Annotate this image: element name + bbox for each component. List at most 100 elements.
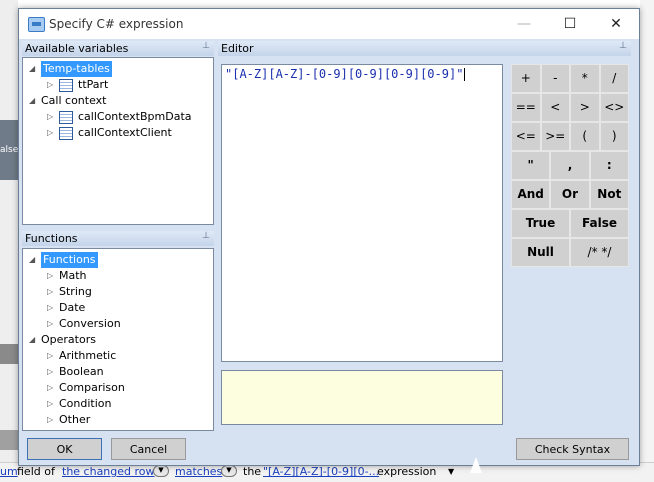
table-icon (59, 111, 73, 124)
operator-button-divide[interactable]: / (599, 64, 629, 93)
tree-item-label: Conversion (59, 317, 121, 330)
expand-arrow-icon[interactable]: ▷ (47, 348, 53, 364)
operator-button-or[interactable]: Or (550, 180, 590, 209)
expand-arrow-icon[interactable]: ▷ (47, 396, 53, 412)
expand-arrow-icon[interactable]: ▷ (47, 380, 53, 396)
close-button[interactable]: ✕ (593, 9, 639, 39)
operator-button-not[interactable]: Not (589, 180, 629, 209)
expand-arrow-icon[interactable]: ▷ (47, 125, 53, 141)
operator-button-not-equal[interactable]: <> (599, 93, 629, 122)
operator-button-comma[interactable]: , (550, 151, 590, 180)
chevron-down-icon[interactable]: ▼ (448, 467, 454, 476)
expand-arrow-icon[interactable]: ▷ (47, 300, 53, 316)
tree-item-operators[interactable]: ◢ Operators (23, 332, 213, 348)
ok-button[interactable]: OK (27, 438, 102, 460)
collapse-arrow-icon[interactable]: ◢ (29, 61, 35, 77)
collapse-arrow-icon[interactable]: ◢ (29, 93, 35, 109)
tree-item-label: Functions (41, 252, 98, 268)
tree-item-call-context[interactable]: ◢ Call context (23, 93, 213, 109)
tree-item-label: Other (59, 413, 91, 426)
tree-item-callcontextclient[interactable]: ▷ callContextClient (23, 125, 213, 141)
variables-panel-header: Available variables ⊥ (22, 41, 214, 56)
dropdown-icon[interactable]: ▼ (153, 465, 169, 477)
rule-text: field of (17, 465, 55, 478)
operator-button-open-paren[interactable]: ( (570, 122, 600, 151)
tree-item-temp-tables[interactable]: ◢ Temp-tables (23, 61, 213, 77)
expression-dialog: Specify C# expression — ☐ ✕ Available va… (18, 8, 640, 466)
operator-button-colon[interactable]: : (589, 151, 629, 180)
operator-button-quote[interactable]: " (511, 151, 551, 180)
table-icon (59, 127, 73, 140)
expand-arrow-icon[interactable]: ▷ (47, 109, 53, 125)
expand-arrow-icon[interactable]: ▷ (47, 316, 53, 332)
dropdown-icon[interactable]: ▼ (221, 465, 237, 477)
operator-button-greater-than[interactable]: > (570, 93, 600, 122)
pin-icon[interactable]: ⊥ (202, 231, 210, 241)
tree-item-date[interactable]: ▷ Date (23, 300, 213, 316)
tree-item-boolean[interactable]: ▷ Boolean (23, 364, 213, 380)
mouse-cursor-icon (470, 457, 482, 473)
cancel-button[interactable]: Cancel (111, 438, 186, 460)
tree-item-math[interactable]: ▷ Math (23, 268, 213, 284)
collapse-arrow-icon[interactable]: ◢ (29, 332, 35, 348)
expand-arrow-icon[interactable]: ▷ (47, 412, 53, 428)
expression-editor[interactable]: "[A-Z][A-Z]-[0-9][0-9][0-9][0-9]" (221, 64, 503, 362)
operator-button-comment[interactable]: /* */ (570, 238, 629, 267)
functions-panel-header: Functions ⊥ (22, 231, 214, 246)
rule-link-expression[interactable]: "[A-Z][A-Z]-[0-9][0-... (263, 465, 379, 478)
maximize-button[interactable]: ☐ (547, 9, 593, 39)
expand-arrow-icon[interactable]: ▷ (47, 284, 53, 300)
rule-text: expression (377, 465, 437, 478)
operator-button-less-equal[interactable]: <= (511, 122, 541, 151)
tree-item-ttpart[interactable]: ▷ ttPart (23, 77, 213, 93)
tree-item-label: Temp-tables (41, 61, 112, 77)
operator-button-null[interactable]: Null (511, 238, 570, 267)
tree-item-label: String (59, 285, 92, 298)
tree-item-other[interactable]: ▷ Other (23, 412, 213, 428)
syntax-output-box (221, 370, 503, 425)
operator-button-greater-equal[interactable]: >= (540, 122, 570, 151)
tree-item-string[interactable]: ▷ String (23, 284, 213, 300)
functions-tree[interactable]: ◢ Functions ▷ Math ▷ String ▷ Date ▷ Conversion ◢ O… (22, 248, 214, 431)
variables-tree[interactable]: ◢ Temp-tables ▷ ttPart ◢ Call context ▷ callCon… (22, 57, 214, 225)
tree-item-callcontextbpmdata[interactable]: ▷ callContextBpmData (23, 109, 213, 125)
operator-button-minus[interactable]: - (540, 64, 570, 93)
operator-button-plus[interactable]: + (511, 64, 541, 93)
operator-pad: + - * / == < > <> <= >=() ",: And Or Not True False Null… (511, 64, 629, 269)
tree-item-label: Operators (41, 333, 96, 346)
operator-button-less-than[interactable]: < (540, 93, 570, 122)
functions-header-label: Functions (22, 231, 214, 246)
text-caret (464, 68, 466, 81)
minimize-button[interactable]: — (501, 9, 547, 39)
expand-arrow-icon[interactable]: ▷ (47, 77, 53, 93)
background-bar (0, 430, 18, 450)
tree-item-label: callContextBpmData (78, 110, 192, 123)
tree-item-comparison[interactable]: ▷ Comparison (23, 380, 213, 396)
pin-icon[interactable]: ⊥ (202, 41, 210, 51)
collapse-arrow-icon[interactable]: ◢ (29, 252, 35, 268)
tree-item-label: Condition (59, 397, 112, 410)
check-syntax-button[interactable]: Check Syntax (516, 438, 629, 460)
title-bar: Specify C# expression — ☐ ✕ (19, 9, 639, 39)
tree-item-arithmetic[interactable]: ▷ Arithmetic (23, 348, 213, 364)
rule-link-changed-row[interactable]: the changed row (62, 465, 155, 478)
operator-button-multiply[interactable]: * (570, 64, 600, 93)
rule-link-matches[interactable]: matches (175, 465, 222, 478)
operator-button-false[interactable]: False (570, 209, 629, 238)
tree-item-label: Comparison (59, 381, 125, 394)
rule-link-field[interactable]: um (0, 465, 18, 478)
pin-icon[interactable]: ⊥ (619, 41, 627, 51)
background-false-label: alse (0, 120, 18, 180)
tree-item-functions[interactable]: ◢ Functions (23, 252, 213, 268)
expand-arrow-icon[interactable]: ▷ (47, 268, 53, 284)
operator-button-equals[interactable]: == (511, 93, 541, 122)
expression-text: "[A-Z][A-Z]-[0-9][0-9][0-9][0-9]" (225, 67, 464, 81)
tree-item-condition[interactable]: ▷ Condition (23, 396, 213, 412)
tree-item-conversion[interactable]: ▷ Conversion (23, 316, 213, 332)
tree-item-label: Math (59, 269, 87, 282)
operator-button-and[interactable]: And (511, 180, 551, 209)
expand-arrow-icon[interactable]: ▷ (47, 364, 53, 380)
operator-button-close-paren[interactable]: ) (599, 122, 629, 151)
operator-button-true[interactable]: True (511, 209, 570, 238)
window-icon (28, 17, 45, 32)
